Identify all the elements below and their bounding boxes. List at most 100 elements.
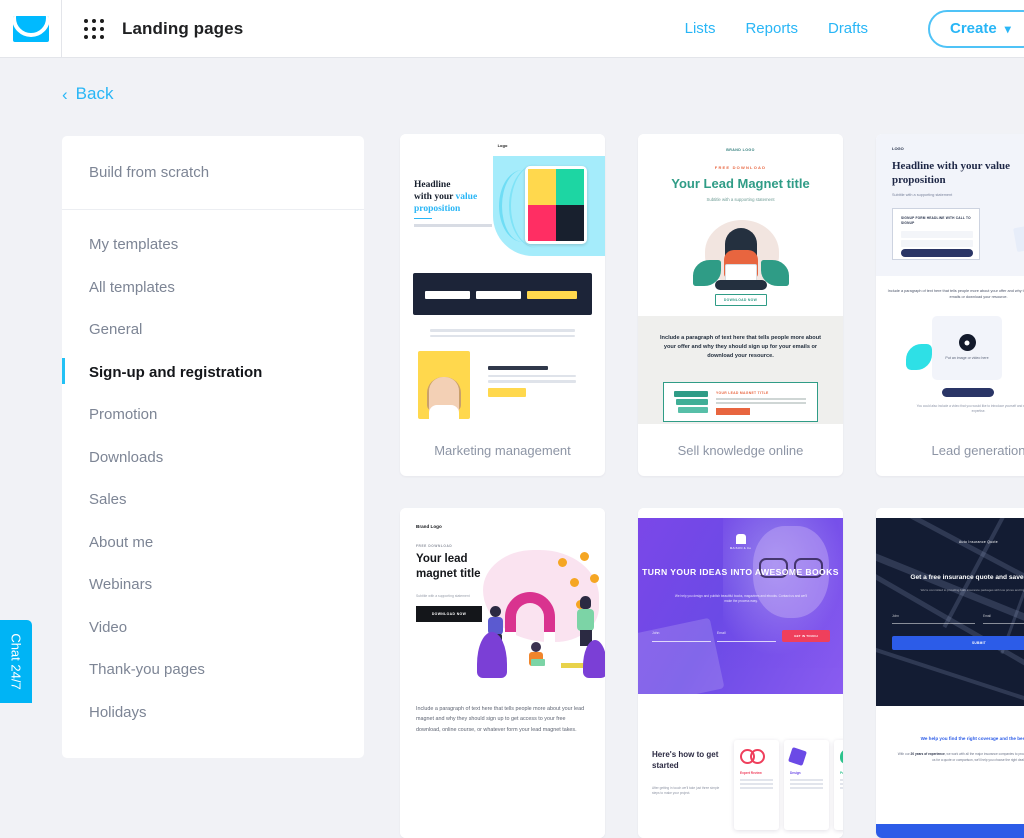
- form-field-name: [425, 291, 470, 299]
- sidebar-category-list: My templates All templates General Sign-…: [62, 210, 364, 734]
- template-headline: Headline with your value proposition: [414, 180, 492, 216]
- feature-card: Publish: [834, 740, 843, 830]
- nav-link-lists[interactable]: Lists: [685, 20, 716, 37]
- glasses-icon: [740, 749, 755, 764]
- form-field-email: [476, 291, 521, 299]
- section-title: We help you find the right coverage and …: [888, 736, 1024, 741]
- telephone-illustration: [1013, 212, 1024, 270]
- video-placeholder-label: Put an image or video here: [945, 356, 988, 362]
- sidebar-item-build-from-scratch[interactable]: Build from scratch: [62, 136, 364, 210]
- sidebar-item-thank-you-pages[interactable]: Thank-you pages: [62, 649, 364, 692]
- form-field-name: John: [892, 614, 975, 624]
- sidebar-item-promotion[interactable]: Promotion: [62, 394, 364, 437]
- form-cta-button: SUBMIT: [892, 636, 1024, 650]
- signup-form-box: SIGNUP FORM HEADLINE WITH CALL TO SIGNUP: [892, 208, 980, 260]
- template-lower-section: Here's how to get started After getting …: [638, 704, 843, 838]
- template-thumbnail: Logo Headline with your value propositio…: [400, 134, 605, 424]
- template-logo: Logo: [498, 143, 508, 148]
- template-lower-section: Include a paragraph of text here that te…: [876, 276, 1024, 424]
- sidebar-item-general[interactable]: General: [62, 309, 364, 352]
- template-subtitle: We help you design and publish beautiful…: [672, 594, 810, 605]
- form-cta-button: [901, 249, 973, 257]
- template-thumbnail: MAISON & Co TURN YOUR IDEAS INTO AWESOME…: [638, 508, 843, 838]
- feature-title: Design: [790, 771, 823, 775]
- sidebar-item-video[interactable]: Video: [62, 607, 364, 650]
- template-subtitle: [414, 224, 492, 227]
- template-thumbnail: Auto Insurance Quote Get a free insuranc…: [876, 508, 1024, 838]
- template-card[interactable]: Auto Insurance Quote Get a free insuranc…: [876, 508, 1024, 838]
- template-paragraph: With our 20 years of experience, we work…: [896, 752, 1024, 764]
- template-thumbnail: BRAND LOGO FREE DOWNLOAD Your Lead Magne…: [638, 134, 843, 424]
- template-eyebrow: FREE DOWNLOAD: [416, 544, 452, 548]
- lead-magnet-panel: YOUR LEAD MAGNET TITLE: [663, 382, 818, 422]
- template-brand: Brand Logo: [416, 524, 442, 529]
- video-placeholder: Put an image or video here: [932, 316, 1002, 380]
- magnet-illustration: [475, 544, 605, 684]
- template-brand: Auto Insurance Quote: [959, 540, 998, 544]
- template-headline: TURN YOUR IDEAS INTO AWESOME BOOKS: [638, 566, 843, 579]
- chevron-down-icon: ▾: [1005, 23, 1011, 35]
- nav-link-reports[interactable]: Reports: [745, 20, 798, 37]
- template-headline: Get a free insurance quote and save mone…: [888, 574, 1024, 581]
- sidebar-item-holidays[interactable]: Holidays: [62, 692, 364, 735]
- template-paragraph: Include a paragraph of text here that te…: [654, 334, 827, 361]
- page-title: Landing pages: [122, 19, 243, 39]
- template-card[interactable]: MAISON & Co TURN YOUR IDEAS INTO AWESOME…: [638, 508, 843, 838]
- bottom-bar: [876, 824, 1024, 838]
- teal-blob-decoration: [906, 344, 932, 370]
- template-card[interactable]: Logo Headline with your value propositio…: [400, 134, 605, 476]
- template-hero: MAISON & Co TURN YOUR IDEAS INTO AWESOME…: [638, 518, 843, 694]
- feature-title: Expert Review: [740, 771, 773, 775]
- chat-widget-label: Chat 24/7: [9, 633, 24, 689]
- sidebar-item-webinars[interactable]: Webinars: [62, 564, 364, 607]
- app-grid-icon[interactable]: [84, 19, 104, 39]
- nav-link-drafts[interactable]: Drafts: [828, 20, 868, 37]
- books-icon: [674, 391, 708, 415]
- template-brand: BRAND LOGO: [726, 148, 755, 152]
- template-caption: Marketing management: [400, 424, 605, 476]
- template-caption: Lead generation: [876, 424, 1024, 476]
- template-subtitle: Subtitle with a supporting statement: [638, 197, 843, 202]
- form-cta-button: [527, 291, 577, 299]
- palette-icon: [788, 747, 807, 766]
- create-button-label: Create: [950, 20, 997, 37]
- back-label: Back: [76, 84, 114, 104]
- form-cta-button: GET IN TOUCH: [782, 630, 830, 642]
- header-nav: Lists Reports Drafts Create ▾: [685, 10, 1024, 48]
- sidebar-item-signup-and-registration[interactable]: Sign-up and registration: [62, 352, 364, 395]
- template-hero: Auto Insurance Quote Get a free insuranc…: [876, 518, 1024, 706]
- template-headline: Your Lead Magnet title: [638, 176, 843, 191]
- sidebar-item-about-me[interactable]: About me: [62, 522, 364, 565]
- template-caption: Sell knowledge online: [638, 424, 843, 476]
- create-button[interactable]: Create ▾: [928, 10, 1024, 48]
- template-section-text: [488, 366, 576, 397]
- form-headline: SIGNUP FORM HEADLINE WITH CALL TO SIGNUP: [901, 216, 971, 226]
- feature-card: Expert Review: [734, 740, 779, 830]
- template-card[interactable]: LOGO Headline with your value propositio…: [876, 134, 1024, 476]
- form-field-email: [901, 240, 973, 247]
- app-header: Landing pages Lists Reports Drafts Creat…: [0, 0, 1024, 58]
- form-field-email: Email: [983, 614, 1024, 624]
- template-eyebrow: FREE DOWNLOAD: [715, 165, 766, 170]
- brand-logo[interactable]: [0, 0, 62, 58]
- sidebar-item-my-templates[interactable]: My templates: [62, 224, 364, 267]
- sidebar-item-all-templates[interactable]: All templates: [62, 267, 364, 310]
- template-caption-text: You could also include a video that you …: [916, 404, 1024, 414]
- template-cta-button: DOWNLOAD NOW: [416, 606, 482, 622]
- hero-form: John Email GET IN TOUCH: [652, 630, 830, 642]
- template-paragraph: Include a paragraph of text here that te…: [416, 704, 590, 735]
- sidebar-item-sales[interactable]: Sales: [62, 479, 364, 522]
- template-card[interactable]: Brand Logo FREE DOWNLOAD Your lead magne…: [400, 508, 605, 838]
- cloud-icon: [840, 749, 843, 764]
- chat-widget-tab[interactable]: Chat 24/7: [0, 620, 32, 703]
- panel-cta-button: [716, 408, 750, 415]
- back-link[interactable]: ‹ Back: [62, 84, 113, 104]
- chevron-left-icon: ‹: [62, 86, 68, 103]
- template-cta-button: DOWNLOAD NOW: [715, 294, 767, 306]
- main-content: Build from scratch My templates All temp…: [0, 136, 1024, 703]
- feature-card: Design: [784, 740, 829, 830]
- template-card[interactable]: BRAND LOGO FREE DOWNLOAD Your Lead Magne…: [638, 134, 843, 476]
- template-paragraph: [430, 329, 575, 340]
- sidebar-item-label: Build from scratch: [89, 164, 209, 181]
- sidebar-item-downloads[interactable]: Downloads: [62, 437, 364, 480]
